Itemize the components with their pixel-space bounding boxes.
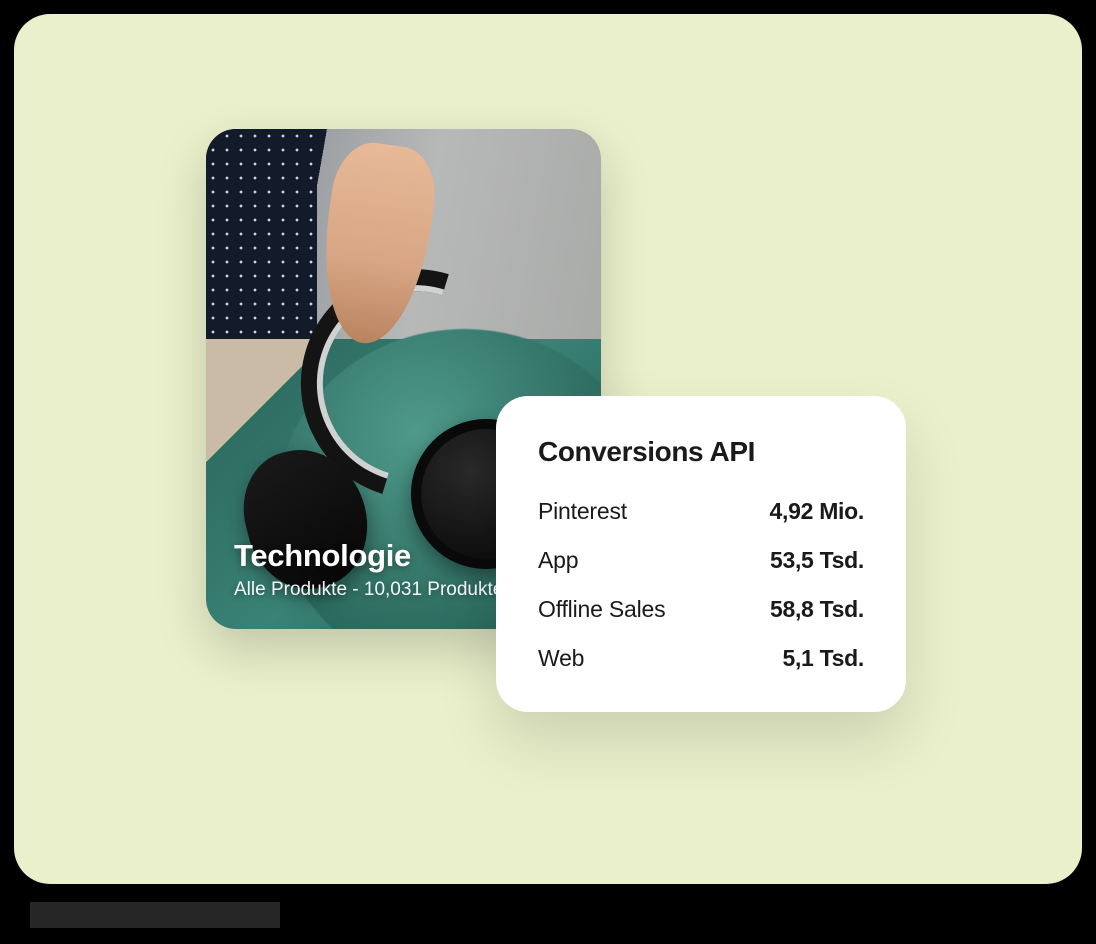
stat-label: App [538, 547, 578, 574]
stat-row-offline-sales: Offline Sales 58,8 Tsd. [538, 596, 864, 623]
stat-label: Pinterest [538, 498, 627, 525]
stats-card-title: Conversions API [538, 436, 864, 468]
stat-value: 53,5 Tsd. [770, 547, 864, 574]
stat-row-web: Web 5,1 Tsd. [538, 645, 864, 672]
stat-label: Offline Sales [538, 596, 665, 623]
stat-row-pinterest: Pinterest 4,92 Mio. [538, 498, 864, 525]
stat-value: 5,1 Tsd. [782, 645, 864, 672]
stat-value: 58,8 Tsd. [770, 596, 864, 623]
footer-strip [30, 902, 280, 928]
conversions-api-card: Conversions API Pinterest 4,92 Mio. App … [496, 396, 906, 712]
stat-value: 4,92 Mio. [770, 498, 864, 525]
stat-label: Web [538, 645, 584, 672]
hero-canvas: Technologie Alle Produkte - 10,031 Produ… [14, 14, 1082, 884]
stat-row-app: App 53,5 Tsd. [538, 547, 864, 574]
